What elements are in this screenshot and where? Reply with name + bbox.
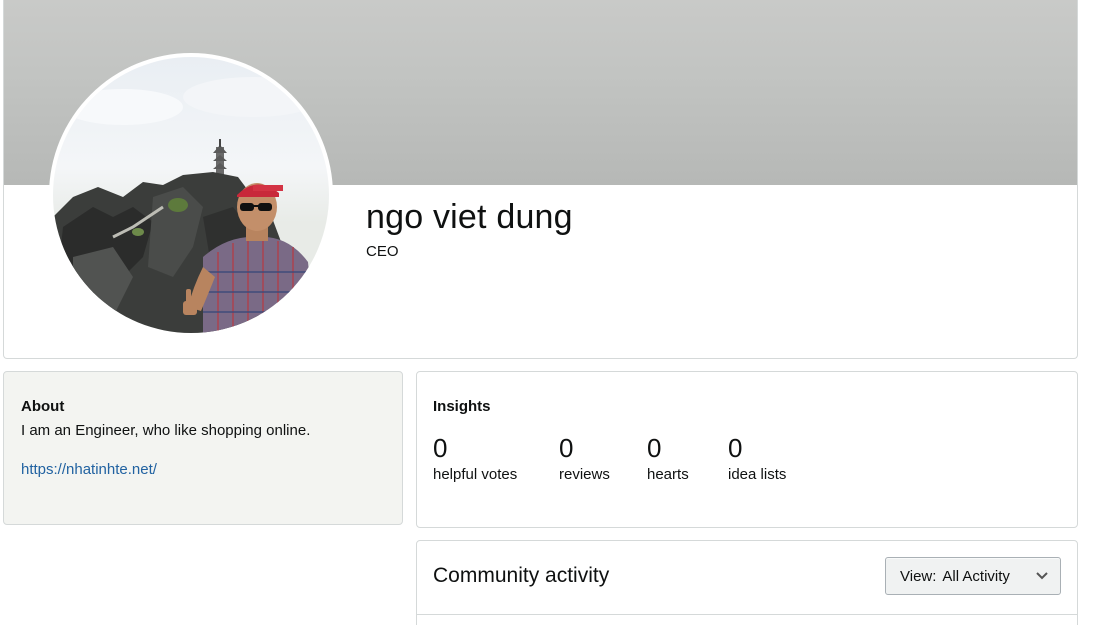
stat-label: hearts	[647, 466, 689, 483]
divider	[417, 614, 1077, 615]
profile-title: CEO	[366, 243, 399, 260]
stat-reviews: 0 reviews	[559, 432, 610, 483]
community-activity-card: Community activity View: All Activity	[416, 540, 1078, 625]
stat-value: 0	[559, 433, 574, 463]
profile-header-card: ngo viet dung CEO	[3, 0, 1078, 359]
profile-name: ngo viet dung	[366, 198, 573, 236]
stat-idea-lists: 0 idea lists	[728, 432, 786, 483]
chevron-down-icon	[1036, 572, 1048, 580]
stat-value: 0	[433, 433, 448, 463]
avatar[interactable]	[49, 53, 333, 337]
community-heading: Community activity	[433, 564, 610, 587]
stat-hearts: 0 hearts	[647, 432, 689, 483]
stat-value: 0	[728, 433, 743, 463]
stat-label: idea lists	[728, 466, 787, 483]
view-filter-label: View:	[900, 567, 937, 585]
insights-card: Insights 0 helpful votes 0 reviews 0 hea…	[416, 371, 1078, 528]
avatar-photo	[53, 57, 329, 333]
insights-heading: Insights	[433, 398, 491, 415]
view-filter-value: All Activity	[942, 567, 1010, 585]
about-website-link[interactable]: https://nhatinhte.net/	[21, 461, 157, 478]
profile-photo-icon	[53, 77, 323, 333]
stat-helpful-votes: 0 helpful votes	[433, 432, 517, 483]
about-text: I am an Engineer, who like shopping onli…	[21, 422, 311, 439]
stat-value: 0	[647, 433, 662, 463]
about-card: About I am an Engineer, who like shoppin…	[3, 371, 403, 525]
about-heading: About	[21, 398, 65, 415]
stat-label: reviews	[559, 466, 610, 483]
stat-label: helpful votes	[433, 466, 518, 483]
view-filter-dropdown[interactable]: View: All Activity	[885, 557, 1061, 595]
